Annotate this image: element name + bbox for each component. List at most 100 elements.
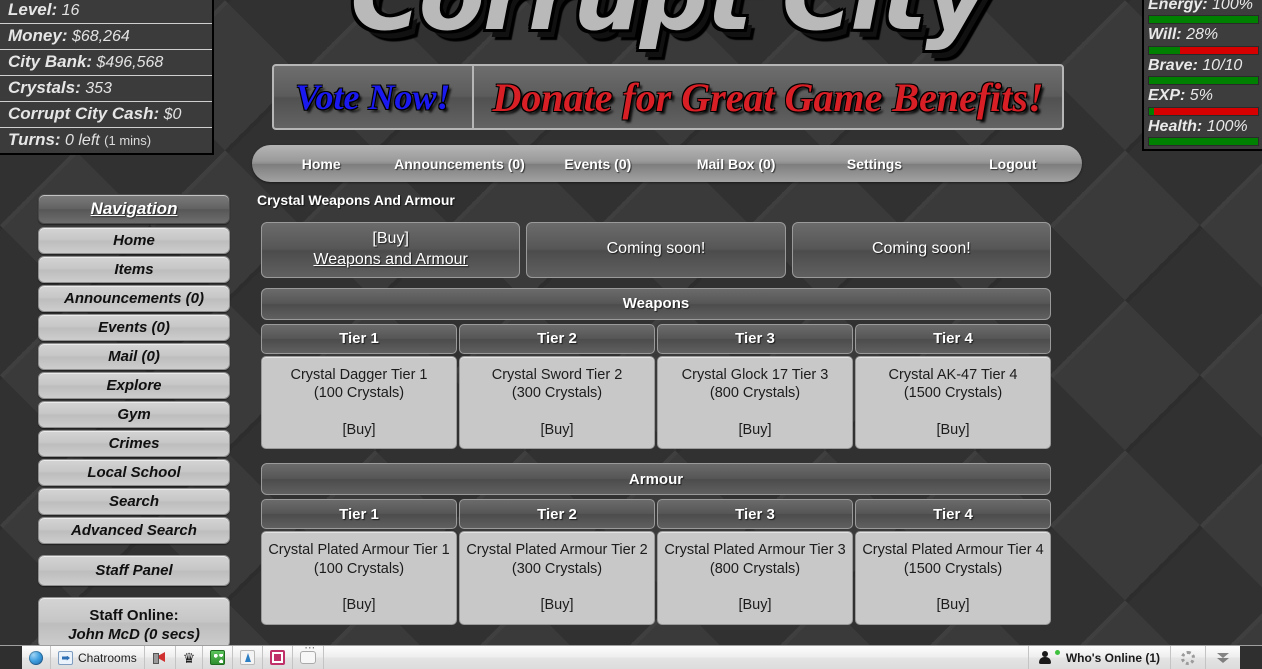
taskbar-right-edge <box>1240 646 1262 669</box>
stat-value: $496,568 <box>96 54 164 71</box>
stat-value: 0 left <box>65 132 100 149</box>
main-content: [Buy] Weapons and Armour Coming soon! Co… <box>261 222 1051 639</box>
promo-banner-row: Vote Now! Donate for Great Game Benefits… <box>272 64 1064 130</box>
topnav-item-settings[interactable]: Settings <box>805 152 943 176</box>
taskbar-upload-button[interactable] <box>233 646 264 669</box>
sidebar-item-events[interactable]: Events (0) <box>38 314 230 341</box>
topnav-item-events[interactable]: Events (0) <box>529 152 667 176</box>
topnav-item-mailbox[interactable]: Mail Box (0) <box>667 152 805 176</box>
vital-will: Will: 28% <box>1144 26 1262 55</box>
whos-online-label: Who's Online (1) <box>1065 650 1160 665</box>
sidebar-item-advanced-search[interactable]: Advanced Search <box>38 517 230 544</box>
weapons-tier-1-header: Tier 1 <box>261 323 457 354</box>
sidebar-header: Navigation <box>38 194 230 224</box>
stat-value: 353 <box>85 80 112 97</box>
armour-card-tier-3: Crystal Plated Armour Tier 3 (800 Crysta… <box>657 531 853 625</box>
armour-tier-2-header: Tier 2 <box>459 499 655 530</box>
taskbar-settings-button[interactable] <box>1170 646 1205 669</box>
buy-button[interactable]: [Buy] <box>268 421 450 440</box>
armour-tier-3-header: Tier 3 <box>657 499 853 530</box>
stat-value: 16 <box>61 2 80 19</box>
stat-value: $68,264 <box>71 28 130 45</box>
vital-value: 28% <box>1186 26 1219 44</box>
item-price: (800 Crystals) <box>709 560 801 577</box>
sidebar-item-crimes[interactable]: Crimes <box>38 430 230 457</box>
stat-label: City Bank: <box>8 52 93 71</box>
save-icon <box>270 650 286 665</box>
vital-bar-will <box>1148 45 1259 55</box>
taskbar-share-button[interactable] <box>203 646 234 669</box>
buy-button[interactable]: [Buy] <box>862 421 1044 440</box>
vital-label: Brave: 10/10 <box>1148 56 1243 74</box>
vital-energy: Energy: 100% <box>1144 0 1262 25</box>
vital-bar-fill <box>1149 107 1155 115</box>
item-name: Crystal Sword Tier 2 <box>491 366 623 383</box>
buy-button[interactable]: [Buy] <box>268 596 450 615</box>
vital-label: Health: 100% <box>1148 117 1248 135</box>
vital-bar-fill <box>1149 137 1258 145</box>
topnav-item-announcements[interactable]: Announcements (0) <box>390 152 528 176</box>
vital-bar-energy <box>1148 15 1259 25</box>
item-name: Crystal Dagger Tier 1 <box>290 366 428 383</box>
armour-tier-header-row: Tier 1 Tier 2 Tier 3 Tier 4 <box>261 499 1051 530</box>
buy-button[interactable]: [Buy] <box>862 596 1044 615</box>
item-price: (100 Crystals) <box>313 560 405 577</box>
sidebar-item-items[interactable]: Items <box>38 256 230 283</box>
player-vitals-panel: Energy: 100% Will: 28% Brave: 10/10 EXP:… <box>1142 0 1262 151</box>
taskbar-spacer <box>324 646 1028 669</box>
item-price: (100 Crystals) <box>313 385 405 402</box>
item-price: (300 Crystals) <box>511 560 603 577</box>
item-name: Crystal Plated Armour Tier 1 <box>268 542 450 559</box>
vote-now-banner[interactable]: Vote Now! <box>274 66 474 128</box>
topnav-item-logout[interactable]: Logout <box>944 152 1082 176</box>
vital-bar-fill <box>1149 77 1258 85</box>
weapons-tier-2-header: Tier 2 <box>459 323 655 354</box>
section-header-armour: Armour <box>261 463 1051 496</box>
buy-button[interactable]: [Buy] <box>664 421 846 440</box>
vital-bar-fill <box>1149 46 1180 54</box>
shop-tab-row: [Buy] Weapons and Armour Coming soon! Co… <box>261 222 1051 278</box>
sidebar-item-mail[interactable]: Mail (0) <box>38 343 230 370</box>
sidebar-item-explore[interactable]: Explore <box>38 372 230 399</box>
item-price: (300 Crystals) <box>511 385 603 402</box>
taskbar-bug-button[interactable]: ♛ <box>176 646 204 669</box>
donate-banner[interactable]: Donate for Great Game Benefits! <box>474 66 1062 128</box>
taskbar-globe-button[interactable] <box>22 646 51 669</box>
person-icon <box>1038 651 1051 664</box>
buy-button[interactable]: [Buy] <box>664 596 846 615</box>
taskbar-speech-button[interactable] <box>293 646 325 669</box>
item-price: (800 Crystals) <box>709 385 801 402</box>
vital-health: Health: 100% <box>1144 118 1262 146</box>
tab-buy-weapons-and-armour[interactable]: [Buy] Weapons and Armour <box>261 222 521 278</box>
taskbar-megaphone-button[interactable] <box>145 646 176 669</box>
tab-coming-soon-2[interactable]: Coming soon! <box>791 222 1051 278</box>
stat-label: Money: <box>8 26 68 45</box>
vital-exp: EXP: 5% <box>1144 87 1262 116</box>
buy-button[interactable]: [Buy] <box>466 421 648 440</box>
sidebar-item-staff-panel[interactable]: Staff Panel <box>38 555 230 586</box>
weapons-tier-3-header: Tier 3 <box>657 323 853 354</box>
top-navigation-bar: Home Announcements (0) Events (0) Mail B… <box>252 145 1082 182</box>
sidebar-item-announcements[interactable]: Announcements (0) <box>38 285 230 312</box>
sidebar-item-search[interactable]: Search <box>38 488 230 515</box>
vital-value: 100% <box>1212 0 1253 13</box>
topnav-item-home[interactable]: Home <box>252 152 390 176</box>
sidebar-item-gym[interactable]: Gym <box>38 401 230 428</box>
item-name: Crystal Glock 17 Tier 3 <box>681 366 829 383</box>
taskbar-chatrooms-button[interactable]: Chatrooms <box>51 646 145 669</box>
stat-sub-value: (1 mins) <box>104 133 152 148</box>
taskbar-chatrooms-label: Chatrooms <box>78 650 137 665</box>
taskbar-collapse-button[interactable] <box>1205 646 1240 669</box>
tab-coming-soon-1[interactable]: Coming soon! <box>526 222 786 278</box>
whos-online-button[interactable]: Who's Online (1) <box>1027 646 1170 669</box>
buy-button[interactable]: [Buy] <box>466 596 648 615</box>
vital-value: 5% <box>1189 87 1213 105</box>
staff-online-name: John McD (0 secs) <box>68 626 200 643</box>
taskbar-save-button[interactable] <box>263 646 294 669</box>
sidebar-item-home[interactable]: Home <box>38 227 230 254</box>
vital-brave: Brave: 10/10 <box>1144 56 1262 86</box>
weapon-card-tier-1: Crystal Dagger Tier 1 (100 Crystals) [Bu… <box>261 355 457 450</box>
stat-row-crystals: Crystals: 353 <box>0 76 212 102</box>
online-status-dot-icon <box>1054 650 1060 655</box>
sidebar-item-local-school[interactable]: Local School <box>38 459 230 486</box>
